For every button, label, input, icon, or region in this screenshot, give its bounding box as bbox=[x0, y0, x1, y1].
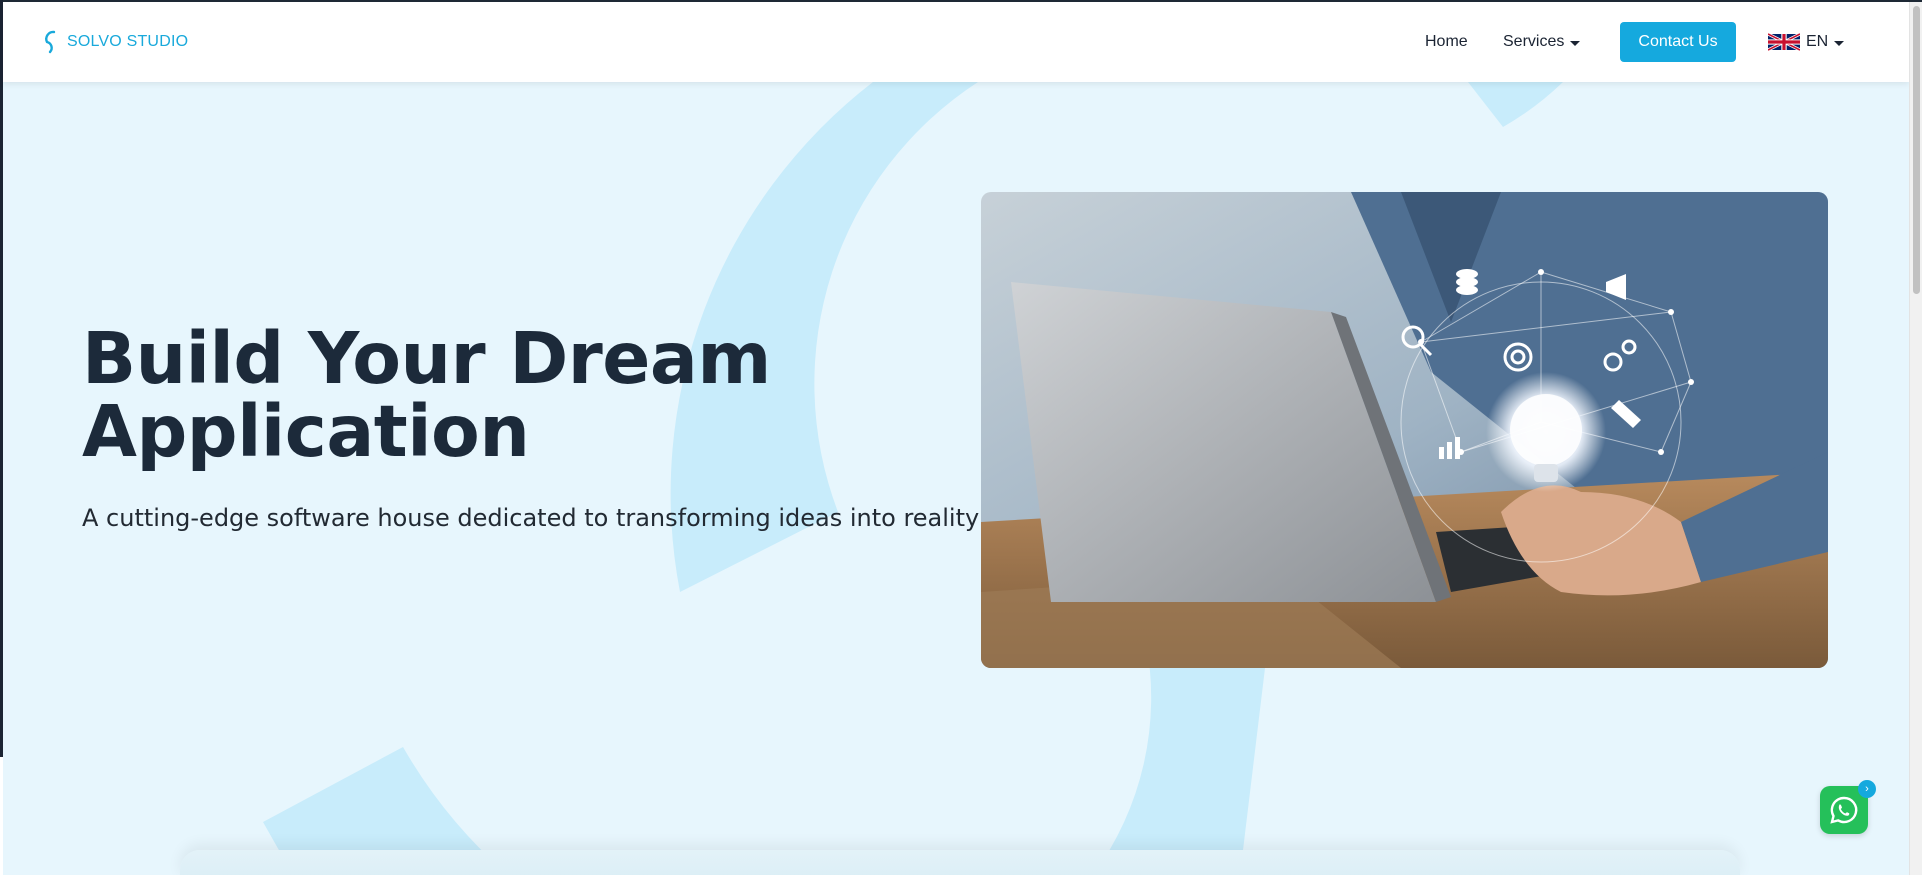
scrollbar-thumb[interactable] bbox=[1913, 6, 1920, 294]
chevron-down-icon bbox=[1570, 40, 1581, 46]
nav-services-dropdown[interactable]: Services bbox=[1503, 33, 1581, 51]
language-selector[interactable]: EN bbox=[1768, 32, 1845, 52]
language-label: EN bbox=[1806, 33, 1829, 50]
uk-flag-icon bbox=[1768, 32, 1800, 52]
laptop-lightbulb-illustration bbox=[981, 192, 1828, 668]
hero-subtitle: A cutting-edge software house dedicated … bbox=[82, 504, 980, 532]
chevron-right-icon[interactable]: › bbox=[1858, 780, 1876, 798]
whatsapp-icon bbox=[1830, 796, 1858, 824]
hero-image bbox=[981, 192, 1828, 668]
nav-services-label: Services bbox=[1503, 33, 1565, 50]
chevron-down-icon bbox=[1834, 40, 1845, 46]
site-header: SOLVO STUDIO Home Services Contact Us EN bbox=[3, 2, 1909, 82]
hero-title: Build Your Dream Application bbox=[82, 317, 771, 473]
hero-section: Build Your Dream Application A cutting-e… bbox=[3, 2, 1909, 875]
contact-us-button[interactable]: Contact Us bbox=[1620, 22, 1736, 62]
next-section-card-edge bbox=[180, 850, 1740, 875]
brand-logo[interactable]: SOLVO STUDIO bbox=[41, 30, 188, 54]
solvo-s-icon bbox=[45, 30, 56, 54]
nav-home-link[interactable]: Home bbox=[1425, 33, 1468, 51]
brand-name: SOLVO STUDIO bbox=[67, 33, 189, 50]
page-scrollbar[interactable] bbox=[1909, 2, 1922, 875]
